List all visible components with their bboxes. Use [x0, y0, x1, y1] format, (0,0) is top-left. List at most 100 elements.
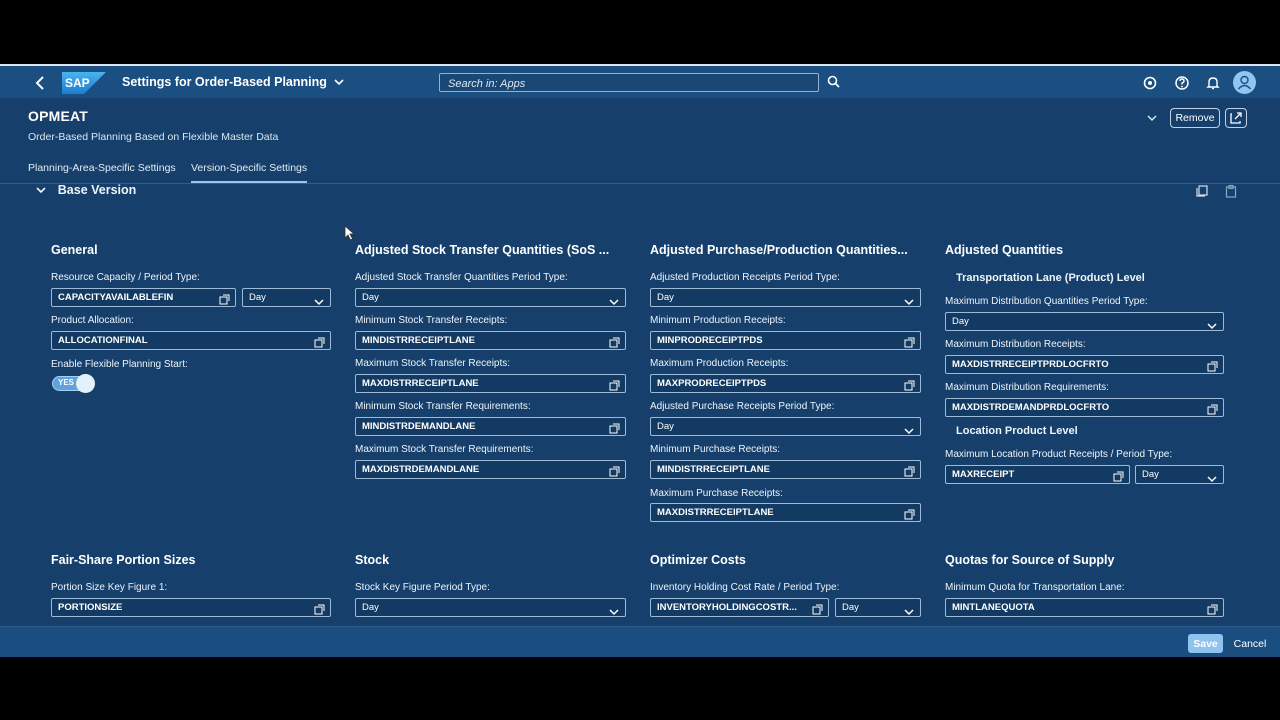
purch-period-select[interactable]: Day [650, 417, 921, 436]
dist-req-field[interactable]: MAXDISTRDEMANDPRDLOCFRTO [945, 398, 1224, 417]
group-title-purchase-production: Adjusted Purchase/Production Quantities.… [650, 243, 908, 257]
remove-button[interactable]: Remove [1170, 108, 1220, 128]
min-purch-field[interactable]: MINDISTRRECEIPTLANE [650, 460, 921, 479]
paste-icon[interactable] [1224, 184, 1238, 198]
max-prod-field[interactable]: MAXPRODRECEIPTPDS [650, 374, 921, 393]
resource-capacity-period-select[interactable]: Day [242, 288, 331, 307]
cancel-button[interactable]: Cancel [1230, 634, 1270, 653]
resource-capacity-field[interactable]: CAPACITYAVAILABLEFIN [51, 288, 236, 307]
value-help-icon[interactable] [609, 464, 620, 477]
section-header-base-version[interactable]: Base Version [36, 183, 136, 197]
sto-period-label: Adjusted Stock Transfer Quantities Perio… [355, 272, 568, 283]
resource-capacity-label: Resource Capacity / Period Type: [51, 272, 200, 283]
portion-size-field[interactable]: PORTIONSIZE [51, 598, 331, 617]
prod-period-label: Adjusted Production Receipts Period Type… [650, 272, 840, 283]
dist-period-select[interactable]: Day [945, 312, 1224, 331]
product-allocation-label: Product Allocation: [51, 315, 134, 326]
flexible-start-switch[interactable]: YES [52, 374, 96, 393]
group-title-quotas: Quotas for Source of Supply [945, 553, 1115, 567]
max-purch-field[interactable]: MAXDISTRRECEIPTLANE [650, 503, 921, 522]
mouse-cursor-icon [344, 225, 356, 241]
sto-min-receipts-field[interactable]: MINDISTRRECEIPTLANE [355, 331, 626, 350]
sto-max-req-label: Maximum Stock Transfer Requirements: [355, 444, 534, 455]
value-help-icon[interactable] [314, 602, 325, 615]
app-title-menu[interactable]: Settings for Order-Based Planning [122, 75, 344, 89]
value-help-icon[interactable] [904, 464, 915, 477]
portion-size-label: Portion Size Key Figure 1: [51, 582, 168, 593]
value-help-icon[interactable] [904, 335, 915, 348]
value-help-icon[interactable] [609, 421, 620, 434]
sto-max-receipts-field[interactable]: MAXDISTRRECEIPTLANE [355, 374, 626, 393]
value-help-icon[interactable] [904, 507, 915, 520]
group-title-stock: Stock [355, 553, 390, 567]
chevron-down-icon [609, 603, 619, 616]
sap-logo[interactable]: SAP [62, 72, 106, 94]
min-lane-quota-field[interactable]: MINTLANEQUOTA [945, 598, 1224, 617]
value-help-icon[interactable] [314, 335, 325, 348]
back-icon[interactable] [30, 72, 52, 94]
group-title-fair-share: Fair-Share Portion Sizes [51, 553, 196, 567]
loc-receipts-field[interactable]: MAXRECEIPT [945, 465, 1130, 484]
sto-period-select[interactable]: Day [355, 288, 626, 307]
search-input[interactable] [440, 75, 818, 93]
loc-receipts-label: Maximum Location Product Receipts / Peri… [945, 449, 1173, 460]
value-help-icon[interactable] [609, 335, 620, 348]
section-title: Base Version [57, 183, 137, 197]
value-help-icon[interactable] [1207, 602, 1218, 615]
min-prod-field[interactable]: MINPRODRECEIPTPDS [650, 331, 921, 350]
switch-state-text: YES [58, 378, 75, 387]
chevron-down-icon [314, 293, 324, 306]
lane-level-heading: Transportation Lane (Product) Level [956, 272, 1145, 284]
copy-icon[interactable] [1195, 184, 1209, 198]
help-icon[interactable] [1141, 74, 1159, 92]
value-help-icon[interactable] [219, 292, 230, 305]
value-help-icon[interactable] [609, 378, 620, 391]
sto-max-receipts-label: Maximum Stock Transfer Receipts: [355, 358, 511, 369]
shell-bar: SAP Settings for Order-Based Planning [0, 64, 1280, 98]
question-icon[interactable] [1173, 74, 1191, 92]
prod-period-select[interactable]: Day [650, 288, 921, 307]
chevron-down-icon [1207, 317, 1217, 330]
loc-receipts-period-select[interactable]: Day [1135, 465, 1224, 484]
group-title-stock-transfer: Adjusted Stock Transfer Quantities (SoS … [355, 243, 610, 257]
sto-min-receipts-label: Minimum Stock Transfer Receipts: [355, 315, 508, 326]
user-icon [1237, 75, 1252, 90]
tab-version-settings[interactable]: Version-Specific Settings [191, 162, 308, 183]
switch-knob [76, 374, 95, 393]
holding-cost-field[interactable]: INVENTORYHOLDINGCOSTR... [650, 598, 829, 617]
chevron-down-icon [1207, 470, 1217, 483]
value-help-icon[interactable] [1207, 402, 1218, 415]
footer-toolbar: Save Cancel [0, 626, 1280, 657]
chevron-down-icon [334, 78, 344, 89]
sto-min-req-label: Minimum Stock Transfer Requirements: [355, 401, 531, 412]
tab-planning-area-settings[interactable]: Planning-Area-Specific Settings [28, 162, 176, 174]
purch-period-label: Adjusted Purchase Receipts Period Type: [650, 401, 835, 412]
value-help-icon[interactable] [904, 378, 915, 391]
share-button[interactable] [1225, 108, 1247, 128]
location-level-heading: Location Product Level [956, 425, 1078, 437]
value-help-icon[interactable] [1207, 359, 1218, 372]
stock-period-label: Stock Key Figure Period Type: [355, 582, 490, 593]
user-avatar[interactable] [1233, 71, 1256, 94]
search-icon[interactable] [826, 74, 842, 90]
search-field[interactable] [439, 73, 819, 93]
dist-period-label: Maximum Distribution Quantities Period T… [945, 296, 1148, 307]
max-purch-label: Maximum Purchase Receipts: [650, 488, 783, 499]
sto-max-req-field[interactable]: MAXDISTRDEMANDLANE [355, 460, 626, 479]
save-button[interactable]: Save [1188, 634, 1223, 653]
bell-icon[interactable] [1204, 74, 1222, 92]
share-icon [1230, 112, 1242, 124]
dist-receipts-field[interactable]: MAXDISTRRECEIPTPRDLOCFRTO [945, 355, 1224, 374]
min-prod-label: Minimum Production Receipts: [650, 315, 786, 326]
app-title: Settings for Order-Based Planning [122, 75, 327, 89]
chevron-down-icon [904, 293, 914, 306]
value-help-icon[interactable] [812, 602, 823, 615]
group-title-general: General [51, 243, 98, 257]
min-lane-quota-label: Minimum Quota for Transportation Lane: [945, 582, 1125, 593]
product-allocation-field[interactable]: ALLOCATIONFINAL [51, 331, 331, 350]
stock-period-select[interactable]: Day [355, 598, 626, 617]
value-help-icon[interactable] [1113, 469, 1124, 482]
header-collapse-icon[interactable] [1146, 112, 1158, 126]
holding-cost-period-select[interactable]: Day [835, 598, 921, 617]
sto-min-req-field[interactable]: MINDISTRDEMANDLANE [355, 417, 626, 436]
